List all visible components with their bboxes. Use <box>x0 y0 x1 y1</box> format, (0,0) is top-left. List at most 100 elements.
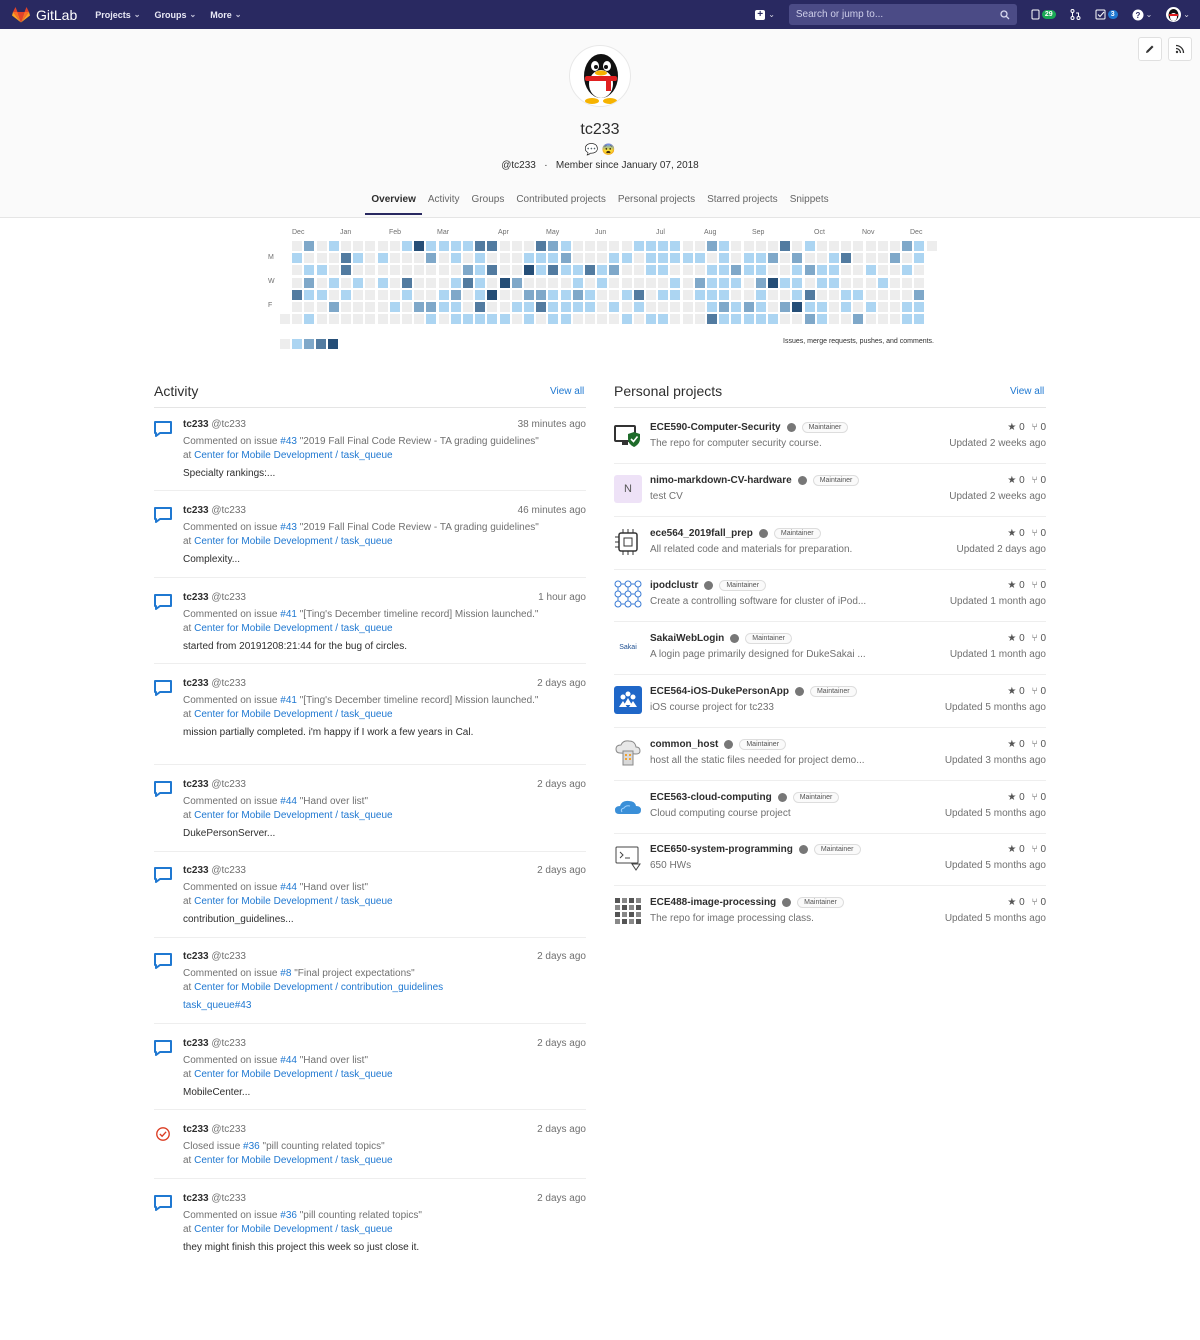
contribution-day-cell[interactable] <box>499 241 510 251</box>
search-input[interactable] <box>795 9 986 20</box>
contribution-day-cell[interactable] <box>780 277 791 288</box>
contribution-day-cell[interactable] <box>548 302 559 312</box>
contribution-day-cell[interactable] <box>902 289 913 300</box>
contribution-day-cell[interactable] <box>877 314 888 325</box>
project-namespace-link[interactable]: Center for Mobile Development / task_que… <box>194 1069 392 1080</box>
contribution-day-cell[interactable] <box>609 314 620 325</box>
contribution-day-cell[interactable] <box>450 265 461 276</box>
contribution-day-cell[interactable] <box>914 265 925 276</box>
contribution-day-cell[interactable] <box>792 314 803 325</box>
contribution-day-cell[interactable] <box>524 253 534 264</box>
contribution-day-cell[interactable] <box>450 277 461 288</box>
contribution-day-cell[interactable] <box>560 289 571 300</box>
contribution-day-cell[interactable] <box>389 241 400 251</box>
contribution-day-cell[interactable] <box>585 241 595 251</box>
contribution-day-cell[interactable] <box>731 253 742 264</box>
contribution-day-cell[interactable] <box>304 314 315 325</box>
star-count[interactable]: ★ 0 <box>1007 633 1024 644</box>
contribution-day-cell[interactable] <box>707 289 717 300</box>
contribution-day-cell[interactable] <box>585 314 595 325</box>
contribution-day-cell[interactable] <box>548 241 559 251</box>
contribution-day-cell[interactable] <box>902 241 913 251</box>
contribution-day-cell[interactable] <box>731 265 742 276</box>
contribution-day-cell[interactable] <box>389 302 400 312</box>
contribution-day-cell[interactable] <box>829 277 839 288</box>
contribution-day-cell[interactable] <box>804 289 815 300</box>
contribution-day-cell[interactable] <box>719 314 730 325</box>
contribution-day-cell[interactable] <box>658 289 669 300</box>
user-menu-dropdown[interactable]: ⌄ <box>1166 7 1190 22</box>
contribution-day-cell[interactable] <box>890 302 900 312</box>
contribution-day-cell[interactable] <box>341 265 351 276</box>
star-count[interactable]: ★ 0 <box>1007 792 1024 803</box>
contribution-day-cell[interactable] <box>316 314 327 325</box>
contribution-day-cell[interactable] <box>585 253 595 264</box>
contribution-day-cell[interactable] <box>426 241 437 251</box>
contribution-day-cell[interactable] <box>328 277 339 288</box>
project-namespace-link[interactable]: Center for Mobile Development / task_que… <box>194 896 392 907</box>
contribution-day-cell[interactable] <box>402 241 412 251</box>
contribution-day-cell[interactable] <box>877 302 888 312</box>
contribution-day-cell[interactable] <box>499 289 510 300</box>
fork-count[interactable]: ⑂ 0 <box>1032 844 1046 855</box>
project-namespace-link[interactable]: Center for Mobile Development / task_que… <box>194 1155 392 1166</box>
contribution-day-cell[interactable] <box>755 277 766 288</box>
contribution-day-cell[interactable] <box>792 277 803 288</box>
contribution-day-cell[interactable] <box>658 302 669 312</box>
contribution-day-cell[interactable] <box>548 265 559 276</box>
contribution-day-cell[interactable] <box>328 265 339 276</box>
contribution-day-cell[interactable] <box>902 277 913 288</box>
fork-count[interactable]: ⑂ 0 <box>1032 580 1046 591</box>
contribution-day-cell[interactable] <box>804 302 815 312</box>
nav-projects-menu[interactable]: Projects ⌄ <box>95 10 140 20</box>
contribution-day-cell[interactable] <box>548 289 559 300</box>
contribution-day-cell[interactable] <box>816 289 827 300</box>
contribution-day-cell[interactable] <box>768 289 778 300</box>
contribution-day-cell[interactable] <box>475 314 486 325</box>
contribution-day-cell[interactable] <box>841 289 852 300</box>
contribution-day-cell[interactable] <box>450 241 461 251</box>
issue-reference-link[interactable]: #43 <box>280 436 297 447</box>
fork-count[interactable]: ⑂ 0 <box>1032 528 1046 539</box>
contribution-day-cell[interactable] <box>633 277 644 288</box>
contribution-day-cell[interactable] <box>841 277 852 288</box>
contribution-day-cell[interactable] <box>633 302 644 312</box>
contribution-day-cell[interactable] <box>475 289 486 300</box>
contribution-day-cell[interactable] <box>694 289 705 300</box>
contribution-day-cell[interactable] <box>621 265 632 276</box>
contribution-day-cell[interactable] <box>768 241 778 251</box>
contribution-day-cell[interactable] <box>609 253 620 264</box>
contribution-day-cell[interactable] <box>853 265 864 276</box>
contribution-day-cell[interactable] <box>768 314 778 325</box>
contribution-day-cell[interactable] <box>621 277 632 288</box>
contribution-day-cell[interactable] <box>487 314 498 325</box>
contribution-day-cell[interactable] <box>341 314 351 325</box>
contribution-day-cell[interactable] <box>841 265 852 276</box>
contribution-day-cell[interactable] <box>341 253 351 264</box>
contribution-day-cell[interactable] <box>865 302 876 312</box>
project-row[interactable]: ipodclustr Maintainer Create a controlling… <box>614 569 1046 623</box>
contribution-day-cell[interactable] <box>377 253 388 264</box>
contribution-day-cell[interactable] <box>536 253 547 264</box>
contribution-day-cell[interactable] <box>682 289 693 300</box>
contribution-day-cell[interactable] <box>511 302 522 312</box>
contribution-day-cell[interactable] <box>499 265 510 276</box>
contribution-day-cell[interactable] <box>292 241 303 251</box>
contribution-day-cell[interactable] <box>414 241 425 251</box>
contribution-day-cell[interactable] <box>682 253 693 264</box>
contribution-day-cell[interactable] <box>731 277 742 288</box>
contribution-day-cell[interactable] <box>597 241 608 251</box>
contribution-day-cell[interactable] <box>877 277 888 288</box>
contribution-day-cell[interactable] <box>792 253 803 264</box>
contribution-day-cell[interactable] <box>463 314 473 325</box>
project-row[interactable]: Sakai SakaiWebLogin Maintainer A login page… <box>614 622 1046 676</box>
project-name-link[interactable]: ECE650-system-programming <box>650 844 793 855</box>
contribution-day-cell[interactable] <box>743 314 754 325</box>
project-name-link[interactable]: ECE488-image-processing <box>650 897 776 908</box>
contribution-day-cell[interactable] <box>560 314 571 325</box>
contribution-day-cell[interactable] <box>890 314 900 325</box>
contribution-day-cell[interactable] <box>865 265 876 276</box>
contribution-day-cell[interactable] <box>511 277 522 288</box>
contribution-day-cell[interactable] <box>438 289 449 300</box>
issue-reference-link[interactable]: #43 <box>280 522 297 533</box>
